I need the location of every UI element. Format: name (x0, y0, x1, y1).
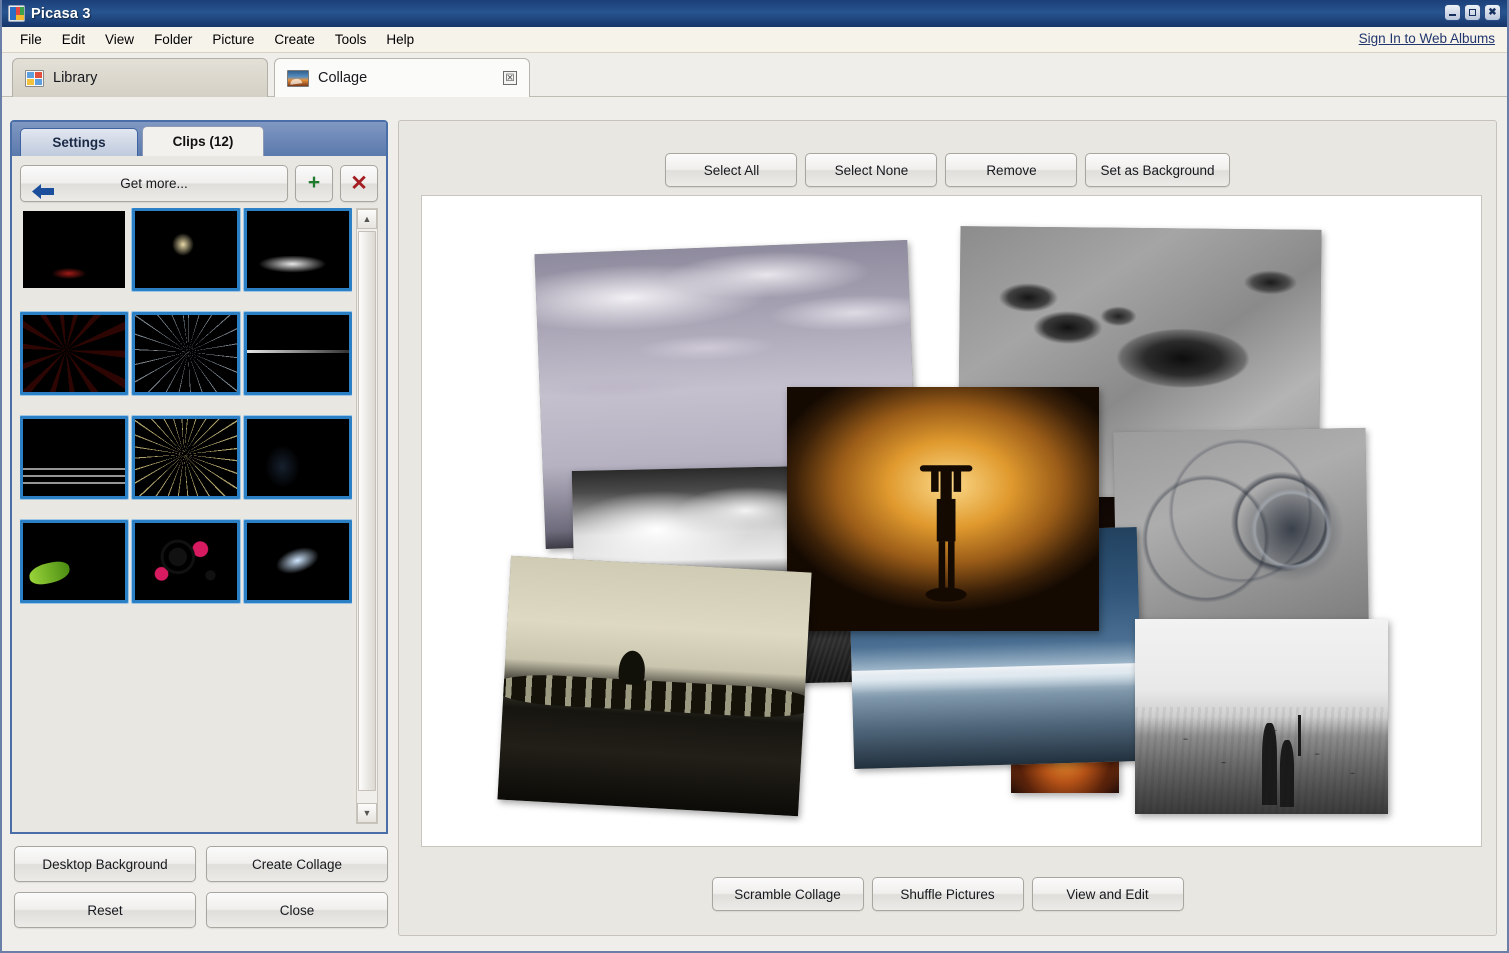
menu-folder[interactable]: Folder (144, 30, 202, 49)
clip-green-insect[interactable] (20, 520, 128, 603)
tab-clips[interactable]: Clips (12) (142, 126, 264, 156)
desktop-background-button[interactable]: Desktop Background (14, 846, 196, 882)
get-more-button[interactable]: Get more... (20, 165, 288, 202)
picasa-icon (8, 5, 25, 22)
clip-thumbnail-image (247, 419, 349, 496)
clips-scrollbar[interactable]: ▲ ▼ (356, 208, 378, 824)
clip-thumbnail-image (135, 211, 237, 288)
menu-edit[interactable]: Edit (52, 30, 95, 49)
menu-create[interactable]: Create (264, 30, 325, 49)
clip-orange-gradient[interactable] (244, 312, 352, 395)
menu-help[interactable]: Help (376, 30, 424, 49)
clip-thumbnail-image (23, 419, 125, 496)
clip-gold-burst[interactable] (132, 416, 240, 499)
clip-thumbnail-image (135, 523, 237, 600)
menu-bar: File Edit View Folder Picture Create Too… (2, 27, 1507, 53)
clip-dark-figure[interactable] (20, 208, 128, 291)
clips-thumbnail-area: ▲ ▼ (20, 208, 378, 824)
plus-icon[interactable]: + (295, 165, 333, 202)
tab-settings[interactable]: Settings (20, 128, 138, 156)
set-as-background-button[interactable]: Set as Background (1085, 153, 1229, 187)
close-collage-button[interactable]: Close (206, 892, 388, 928)
menu-tools[interactable]: Tools (325, 30, 377, 49)
clips-action-row: Get more... + ✕ (20, 164, 378, 202)
collage-workspace: Select All Select None Remove Set as Bac… (398, 120, 1497, 936)
clip-blue-fractal[interactable] (132, 312, 240, 395)
minimize-button[interactable] (1444, 4, 1461, 21)
sidebar-button-group: Desktop Background Create Collage Reset … (14, 846, 388, 928)
shuffle-pictures-button[interactable]: Shuffle Pictures (872, 877, 1024, 911)
tab-collage-label: Collage (318, 70, 367, 86)
remove-button[interactable]: Remove (945, 153, 1077, 187)
clip-thumbnail-image (135, 419, 237, 496)
surfer-silhouette (918, 460, 974, 602)
collage-bottom-toolbar: Scramble Collage Shuffle Pictures View a… (399, 877, 1496, 911)
title-bar: Picasa 3 ✖ (2, 0, 1507, 27)
window-controls: ✖ (1444, 4, 1501, 21)
panel-tab-bar: Settings Clips (12) (12, 122, 386, 156)
clip-manga-art[interactable] (132, 520, 240, 603)
menu-file[interactable]: File (10, 30, 52, 49)
photo-wire-circles[interactable] (1114, 428, 1370, 625)
clip-thumbnail-image (23, 211, 125, 288)
collage-photo-image (1114, 428, 1370, 625)
picasa-window: Picasa 3 ✖ File Edit View Folder Picture… (0, 0, 1509, 953)
tab-library[interactable]: Library (12, 58, 268, 97)
library-grid-icon (25, 70, 44, 87)
clip-thumbnail-image (23, 315, 125, 392)
photo-surfer-sunset[interactable] (787, 387, 1100, 631)
select-all-button[interactable]: Select All (665, 153, 797, 187)
photo-pier-birds[interactable] (1135, 619, 1387, 814)
sign-in-web-albums-link[interactable]: Sign In to Web Albums (1359, 31, 1495, 46)
clips-thumbnail-grid (20, 208, 352, 824)
clip-grey-abstract[interactable] (20, 416, 128, 499)
create-collage-button[interactable]: Create Collage (206, 846, 388, 882)
clip-thumbnail-image (135, 315, 237, 392)
clip-storm-clouds[interactable] (244, 208, 352, 291)
maximize-button[interactable] (1464, 4, 1481, 21)
clips-panel-frame: Settings Clips (12) Get more... + ✕ ▲ (10, 120, 388, 834)
clip-thumbnail-image (247, 523, 349, 600)
clip-thumbnail-image (247, 211, 349, 288)
tab-strip: Library Collage ☒ (2, 53, 1507, 97)
collage-photo-icon (287, 70, 309, 87)
scroll-up-icon[interactable]: ▲ (357, 209, 377, 229)
collage-canvas[interactable] (421, 195, 1482, 847)
select-none-button[interactable]: Select None (805, 153, 937, 187)
close-button[interactable]: ✖ (1484, 4, 1501, 21)
scrollbar-thumb[interactable] (358, 231, 376, 791)
collage-photo-image (787, 387, 1100, 631)
photo-roof-bird[interactable] (498, 556, 812, 817)
tab-library-label: Library (53, 70, 97, 86)
get-more-label: Get more... (120, 176, 188, 191)
collage-photo-image (1135, 619, 1387, 814)
clip-night-trees[interactable] (132, 208, 240, 291)
x-icon[interactable]: ✕ (340, 165, 378, 202)
collage-top-toolbar: Select All Select None Remove Set as Bac… (399, 153, 1496, 187)
menu-picture[interactable]: Picture (202, 30, 264, 49)
scroll-down-icon[interactable]: ▼ (357, 803, 377, 823)
tab-collage[interactable]: Collage ☒ (274, 58, 530, 97)
pier-figures (1257, 709, 1313, 810)
collage-photo-image (498, 556, 812, 817)
menu-view[interactable]: View (95, 30, 144, 49)
clip-red-explosion[interactable] (244, 416, 352, 499)
clips-sidebar: Settings Clips (12) Get more... + ✕ ▲ (10, 120, 388, 938)
clip-stained-glass[interactable] (20, 312, 128, 395)
clip-thumbnail-image (23, 523, 125, 600)
close-icon[interactable]: ☒ (503, 71, 517, 85)
clip-blue-splash[interactable] (244, 520, 352, 603)
window-title: Picasa 3 (31, 6, 91, 22)
scramble-collage-button[interactable]: Scramble Collage (712, 877, 864, 911)
clip-thumbnail-image (247, 315, 349, 392)
view-and-edit-button[interactable]: View and Edit (1032, 877, 1184, 911)
reset-button[interactable]: Reset (14, 892, 196, 928)
